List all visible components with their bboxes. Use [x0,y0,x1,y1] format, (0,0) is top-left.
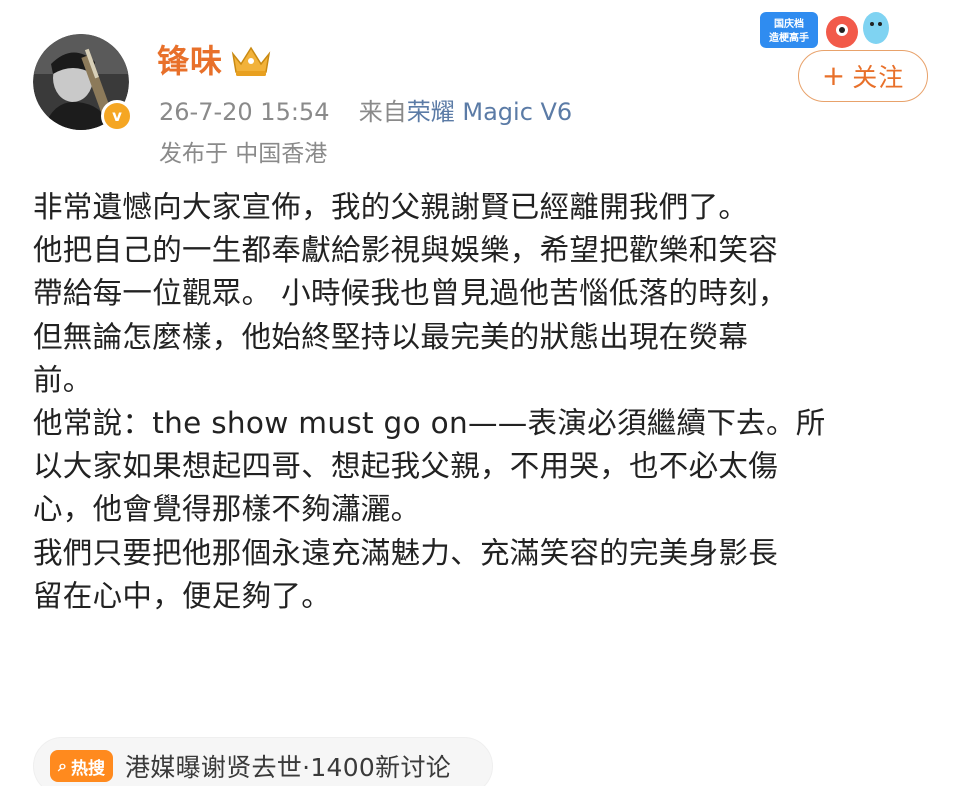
follow-button[interactable]: + 关注 [798,50,928,102]
post-paragraph-3: 他常說：the show must go on——表演必須繼續下去。所 以大家如… [33,406,826,527]
hot-search-chip[interactable]: ⌕ 热搜 港媒曝谢贤去世·1400新讨论 [33,737,493,786]
search-icon: ⌕ [58,756,67,775]
post-paragraph-4: 我們只要把他那個永遠充滿魅力、充滿笑容的完美身影長 留在心中，便足夠了。 [33,535,779,613]
sticker-line-2: 造梗高手 [769,31,809,44]
national-day-sticker-icon: 国庆档 造梗高手 [760,12,889,48]
post-body: 非常遺憾向大家宣佈，我的父親謝賢已經離開我們了。 他把自己的一生都奉獻給影視與娛… [33,186,933,618]
hot-search-tag-label: 热搜 [70,758,105,779]
verified-badge-icon: v [101,100,133,132]
avatar[interactable]: v [33,34,133,132]
post-location: 发布于 中国香港 [159,141,328,167]
post-meta: 26-7-20 15:54 来自荣耀 Magic V6 [159,92,572,127]
username[interactable]: 锋味 [157,36,223,82]
source-prefix: 来自 [358,98,407,126]
post-paragraph-2: 他把自己的一生都奉獻給影視與娛樂，希望把歡樂和笑容 帶給每一位觀眾。 小時候我也… [33,233,788,397]
source-device-link[interactable]: 荣耀 Magic V6 [407,98,572,126]
crown-icon [231,46,271,76]
plus-icon: + [821,59,847,92]
hot-search-text: 港媒曝谢贤去世·1400新讨论 [124,753,452,782]
post-paragraph-1: 非常遺憾向大家宣佈，我的父親謝賢已經離開我們了。 [33,190,749,224]
sticker-line-1: 国庆档 [774,17,804,30]
hot-search-tag: ⌕ 热搜 [50,750,113,782]
post-timestamp[interactable]: 26-7-20 15:54 [159,98,329,126]
weibo-post: v 锋味 26-7-20 15:54 来自荣耀 Magic V6 发布于 中国香… [0,0,960,786]
follow-label: 关注 [852,63,905,92]
